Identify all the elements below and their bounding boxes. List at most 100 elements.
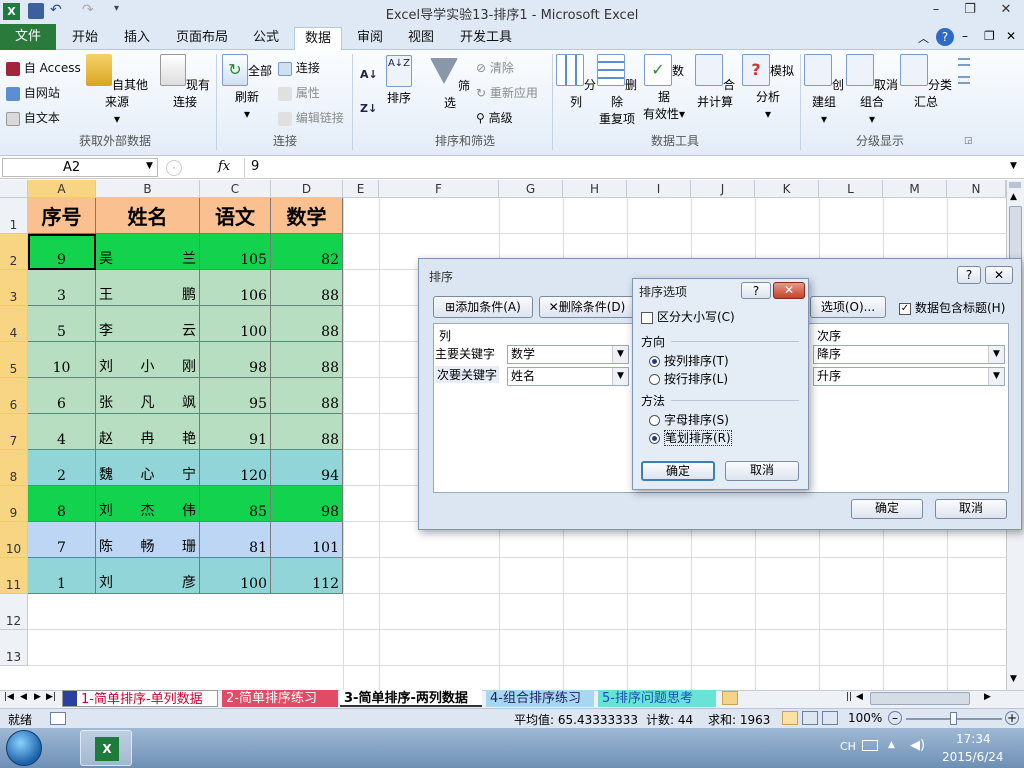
sort-asc-button[interactable]: A↓ (360, 68, 378, 81)
scroll-left-icon[interactable]: ◀ (856, 692, 863, 702)
clock-time[interactable]: 17:34 (956, 732, 991, 746)
stroke-radio[interactable]: 笔划排序(R) (649, 429, 732, 446)
cell-chinese[interactable]: 91 (200, 414, 271, 450)
cell-math[interactable]: 88 (271, 306, 343, 342)
clear-filter-button[interactable]: ⊘ 清除 (476, 59, 514, 76)
page-layout-view-icon[interactable] (802, 711, 818, 725)
expand-formula-icon[interactable]: ▼ (1010, 161, 1017, 171)
data-validation-button[interactable]: ✓ 数据 有效性▾ (640, 54, 688, 123)
scroll-thumb[interactable] (1009, 206, 1022, 266)
has-header-checkbox[interactable]: ✓ 数据包含标题(H) (899, 299, 1005, 316)
other-sources-button[interactable]: 自其他来源 ▾ (86, 54, 148, 128)
taskbar-excel-button[interactable]: X (80, 730, 132, 766)
tab-insert[interactable]: 插入 (114, 27, 160, 50)
name-box[interactable]: A2 (2, 158, 158, 177)
connections-button[interactable]: 连接 (278, 59, 320, 76)
cell-name[interactable]: 陈畅珊 (96, 522, 200, 558)
sheet-tab-5[interactable]: 5-排序问题思考 (598, 690, 716, 707)
show-detail-icon[interactable] (958, 58, 970, 66)
zoom-slider-thumb[interactable] (950, 712, 957, 725)
sheet-tab-3[interactable]: 3-简单排序-两列数据 (340, 690, 482, 707)
keyboard-icon[interactable] (862, 740, 878, 751)
cell-no[interactable]: 6 (28, 378, 96, 414)
sheet-tab-2[interactable]: 2-简单排序练习 (222, 690, 338, 707)
subtotal-button[interactable]: 分类汇总 (900, 54, 952, 111)
page-break-view-icon[interactable] (822, 711, 838, 725)
row-header[interactable]: 4 (0, 306, 28, 342)
volume-icon[interactable]: ◀) (910, 738, 925, 753)
cell-name[interactable]: 吴兰 (96, 234, 200, 270)
row-header[interactable]: 8 (0, 450, 28, 486)
doc-minimize-button[interactable]: – (962, 29, 968, 43)
filter-button[interactable]: 筛选 (430, 54, 470, 112)
sort-cancel-button[interactable]: 取消 (935, 499, 1007, 519)
row-header[interactable]: 6 (0, 378, 28, 414)
column-header[interactable]: L (819, 180, 883, 198)
dialog-launcher-icon[interactable]: ◲ (964, 136, 973, 146)
properties-button[interactable]: 属性 (278, 84, 320, 101)
doc-restore-button[interactable]: ❐ (984, 29, 995, 43)
cell-no[interactable]: 1 (28, 558, 96, 594)
from-text-button[interactable]: 自文本 (6, 109, 60, 126)
sort-desc-button[interactable]: Z↓ (360, 102, 377, 115)
secondary-order-select[interactable]: 升序 ▼ (813, 367, 1005, 386)
cell-chinese[interactable]: 98 (200, 342, 271, 378)
cell-math[interactable]: 94 (271, 450, 343, 486)
cell-no[interactable]: 2 (28, 450, 96, 486)
tab-review[interactable]: 审阅 (347, 27, 393, 50)
tab-view[interactable]: 视图 (398, 27, 444, 50)
primary-order-select[interactable]: 降序 ▼ (813, 345, 1005, 364)
cell-no[interactable]: 5 (28, 306, 96, 342)
cell-header-sx[interactable]: 数学 (271, 198, 343, 234)
cell-no[interactable]: 7 (28, 522, 96, 558)
column-header[interactable]: F (379, 180, 499, 198)
zoom-level[interactable]: 100% (848, 711, 882, 725)
edit-links-button[interactable]: 编辑链接 (278, 109, 344, 126)
cell-name[interactable]: 王鹏 (96, 270, 200, 306)
cell-name[interactable]: 刘杰伟 (96, 486, 200, 522)
cell-chinese[interactable]: 100 (200, 558, 271, 594)
insert-sheet-icon[interactable] (722, 691, 738, 705)
scroll-down-icon[interactable]: ▼ (1010, 674, 1017, 684)
cell-math[interactable]: 98 (271, 486, 343, 522)
hide-detail-icon[interactable] (958, 76, 970, 84)
row-header[interactable]: 10 (0, 522, 28, 558)
close-button[interactable]: ✕ (994, 2, 1018, 20)
column-header[interactable]: G (499, 180, 563, 198)
cell-chinese[interactable]: 85 (200, 486, 271, 522)
show-hidden-icons[interactable]: ▲ (888, 740, 895, 750)
column-header[interactable]: E (343, 180, 379, 198)
name-box-dropdown-icon[interactable]: ▼ (146, 161, 153, 171)
remove-duplicates-button[interactable]: 删除 重复项 (596, 54, 638, 128)
row-header[interactable]: 5 (0, 342, 28, 378)
case-sensitive-checkbox[interactable]: 区分大小写(C) (641, 308, 735, 325)
help-icon[interactable]: ? (936, 28, 954, 46)
select-all-corner[interactable] (0, 180, 28, 198)
cell-name[interactable]: 赵冉艳 (96, 414, 200, 450)
clock-date[interactable]: 2015/6/24 (942, 750, 1004, 764)
scroll-right-icon[interactable]: ▶ (984, 692, 991, 702)
cell-no[interactable]: 3 (28, 270, 96, 306)
group-button[interactable]: 创建组 ▾ (804, 54, 844, 128)
cell-name[interactable]: 李云 (96, 306, 200, 342)
collapse-ribbon-icon[interactable]: ︿ (918, 30, 929, 46)
input-language[interactable]: CH (840, 740, 856, 753)
first-sheet-icon[interactable]: |◀ (4, 692, 14, 702)
existing-connections-button[interactable]: 现有连接 (158, 54, 212, 111)
minimize-button[interactable]: – (924, 2, 948, 20)
row-header[interactable]: 7 (0, 414, 28, 450)
doc-close-button[interactable]: ✕ (1006, 29, 1016, 43)
cell-header-no[interactable]: 序号 (28, 198, 96, 234)
prev-sheet-icon[interactable]: ◀ (20, 692, 27, 702)
tab-file[interactable]: 文件 (0, 24, 56, 50)
consolidate-button[interactable]: 合并计算 (690, 54, 740, 111)
reapply-filter-button[interactable]: ↻ 重新应用 (476, 84, 538, 101)
split-box-icon[interactable] (1009, 182, 1021, 188)
from-access-button[interactable]: 自 Access (6, 59, 81, 76)
sort-button[interactable]: A↓Z排序 (383, 54, 415, 107)
insert-function-icon[interactable]: fx (218, 159, 230, 174)
hscroll-split-icon[interactable]: || (846, 692, 852, 702)
sheet-tab-4[interactable]: 4-组合排序练习 (486, 690, 594, 707)
tab-formulas[interactable]: 公式 (243, 27, 289, 50)
column-header[interactable]: K (755, 180, 819, 198)
